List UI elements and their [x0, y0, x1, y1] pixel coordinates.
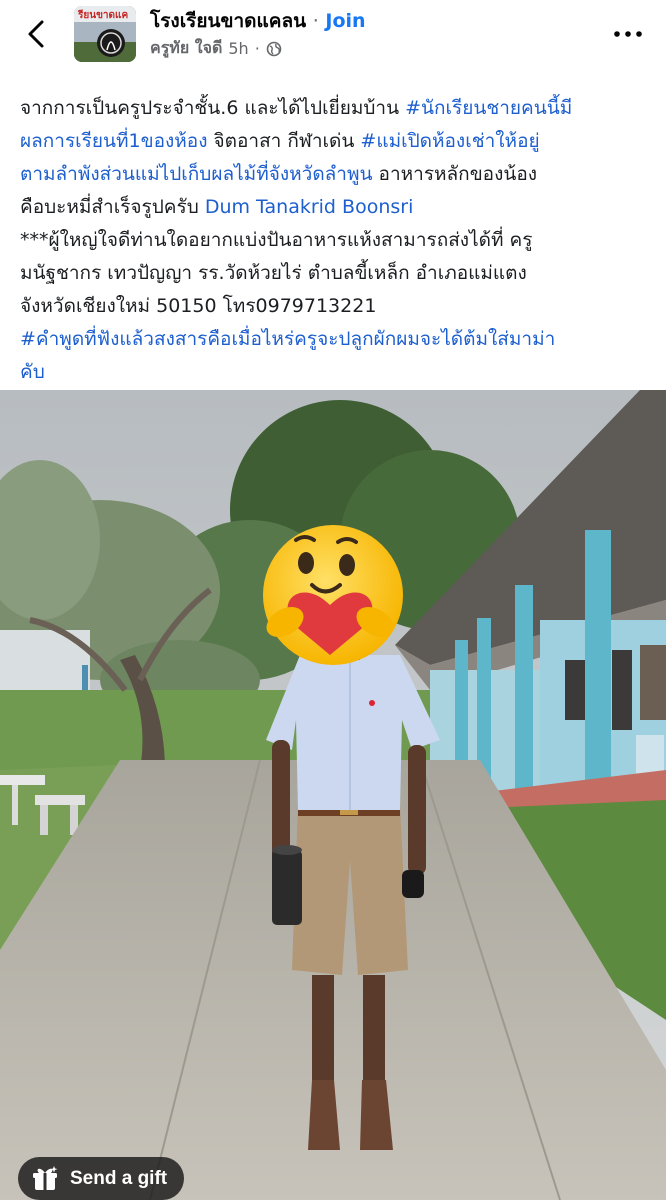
separator-dot: · — [312, 10, 319, 32]
post-text: จากการเป็นครูประจำชั้น.6 และได้ไปเยี่ยมบ… — [20, 92, 650, 389]
post-text-line: ตามลำพังส่วนแม่ไปเก็บผลไม้ที่จังหวัดลำพู… — [20, 158, 650, 191]
hashtag-link[interactable]: ตามลำพังส่วนแม่ไปเก็บผลไม้ที่จังหวัดลำพู… — [20, 163, 373, 185]
post-text-segment: จากการเป็นครูประจำชั้น.6 และได้ไปเยี่ยมบ… — [20, 97, 406, 119]
group-name-line: โรงเรียนขาดแคลน · Join — [150, 6, 366, 36]
post-text-line: จังหวัดเชียงใหม่ 50150 โทร0979713221 — [20, 290, 650, 323]
post-text-line: จากการเป็นครูประจำชั้น.6 และได้ไปเยี่ยมบ… — [20, 92, 650, 125]
post-header: รียนขาดแค โรงเรียนขาดแคลน · Join ครูทัย … — [0, 0, 666, 72]
post-text-segment: จิตอาสา กีฬาเด่น — [207, 130, 361, 152]
hashtag-link[interactable]: ผลการเรียนที่1ของห้อง — [20, 130, 207, 152]
post-text-line: ***ผู้ใหญ่ใจดีท่านใดอยากแบ่งปันอาหารแห้ง… — [20, 224, 650, 257]
post-text-line: มนัฐชากร เทวปัญญา รร.วัดห้วยไร่ ตำบลขี้เ… — [20, 257, 650, 290]
post-text-segment: จังหวัดเชียงใหม่ 50150 โทร0979713221 — [20, 295, 377, 317]
post-text-segment: คือบะหมี่สำเร็จรูปครับ — [20, 196, 205, 218]
send-gift-button[interactable]: Send a gift — [18, 1157, 184, 1200]
group-name[interactable]: โรงเรียนขาดแคลน — [150, 10, 306, 32]
post-time[interactable]: 5h — [228, 39, 248, 58]
hashtag-link[interactable]: คับ — [20, 361, 45, 383]
post-meta: ครูทัย ใจดี 5h · — [150, 36, 282, 61]
post-text-line: ผลการเรียนที่1ของห้อง จิตอาสา กีฬาเด่น #… — [20, 125, 650, 158]
globe-icon — [266, 41, 282, 56]
post-text-segment: มนัฐชากร เทวปัญญา รร.วัดห้วยไร่ ตำบลขี้เ… — [20, 262, 527, 284]
post-text-segment: อาหารหลักของน้อง — [372, 163, 538, 185]
avatar-banner-text: รียนขาดแค — [77, 9, 128, 21]
meta-separator: · — [254, 39, 260, 58]
post-text-line: คือบะหมี่สำเร็จรูปครับ Dum Tanakrid Boon… — [20, 191, 650, 224]
group-avatar[interactable]: รียนขาดแค — [74, 6, 136, 62]
post-text-segment: ***ผู้ใหญ่ใจดีท่านใดอยากแบ่งปันอาหารแห้ง… — [20, 229, 533, 251]
gift-icon — [33, 1165, 58, 1190]
hashtag-link[interactable]: #นักเรียนชายคนนี้มี — [405, 97, 572, 119]
post-photo[interactable] — [0, 390, 666, 1200]
mention-link[interactable]: Dum Tanakrid Boonsri — [205, 196, 414, 218]
author-name[interactable]: ครูทัย ใจดี — [150, 36, 222, 61]
back-arrow-icon[interactable] — [22, 16, 52, 52]
more-options-icon[interactable] — [612, 28, 644, 40]
post-text-line: #คำพูดที่ฟังแล้วสงสารคือเมื่อไหร่ครูจะปล… — [20, 323, 650, 356]
send-gift-label: Send a gift — [70, 1167, 168, 1189]
hashtag-link[interactable]: #แม่เปิดห้องเช่าให้อยู่ — [360, 130, 539, 152]
hashtag-link[interactable]: #คำพูดที่ฟังแล้วสงสารคือเมื่อไหร่ครูจะปล… — [20, 328, 555, 350]
join-button[interactable]: Join — [325, 10, 365, 32]
post-text-line: คับ — [20, 356, 650, 389]
